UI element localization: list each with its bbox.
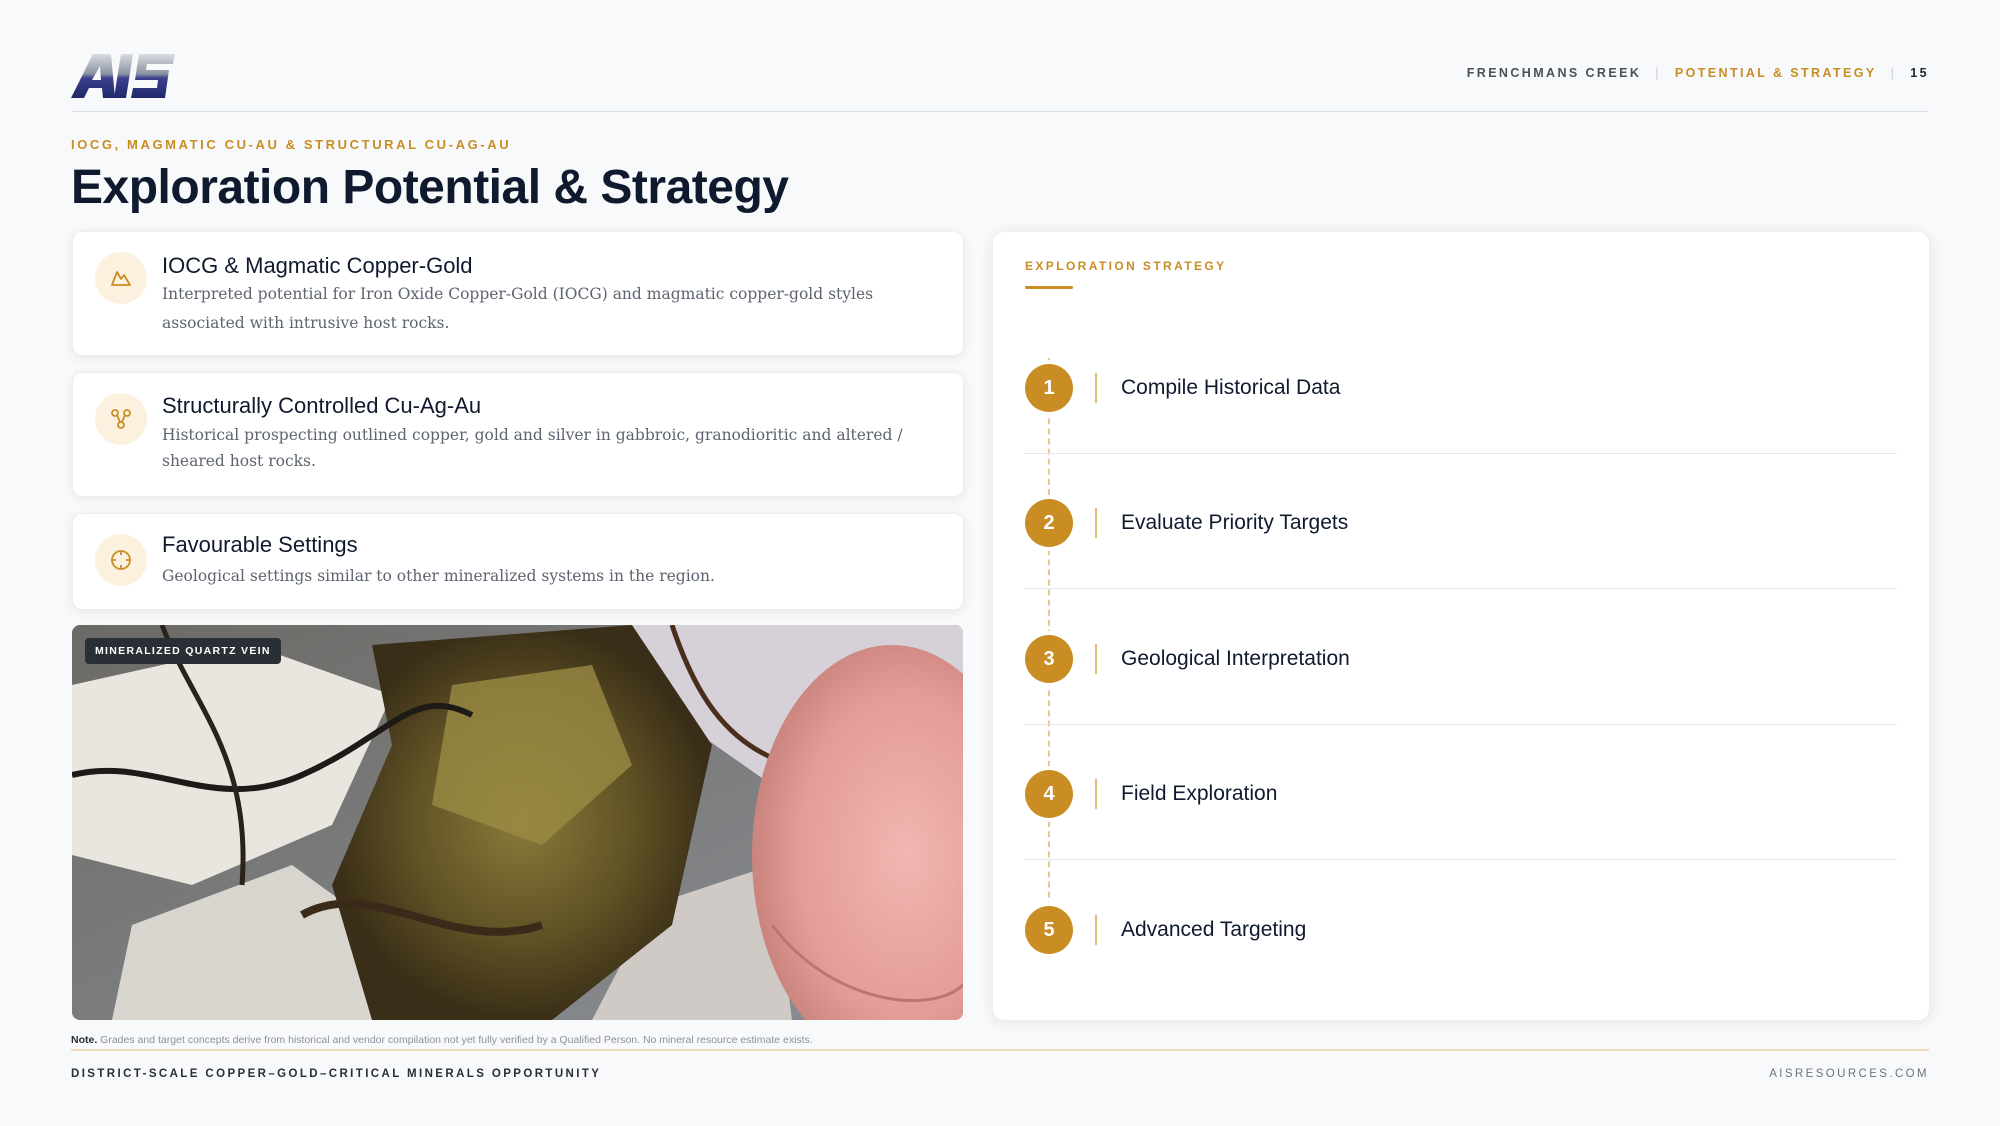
step-number: 2 (1025, 499, 1073, 547)
step-bar (1095, 508, 1097, 538)
ais-logo (71, 54, 175, 98)
note-prefix: Note. (71, 1034, 98, 1046)
step-label: Advanced Targeting (1121, 918, 1307, 941)
header-divider (71, 111, 1929, 112)
footer-divider (71, 1049, 1929, 1051)
step-number: 5 (1025, 906, 1073, 954)
mineral-photo: MINERALIZED QUARTZ VEIN (72, 625, 963, 1020)
network-icon (95, 393, 147, 445)
strategy-label: EXPLORATION STRATEGY (1025, 259, 1227, 273)
card-body: Geological settings similar to other min… (162, 567, 715, 585)
nav-separator: | (1655, 66, 1661, 80)
card-body: Historical prospecting outlined copper, … (162, 426, 903, 470)
step-number: 3 (1025, 635, 1073, 683)
step-bar (1095, 373, 1097, 403)
crosshair-icon (95, 534, 147, 586)
note-text: Grades and target concepts derive from h… (100, 1034, 813, 1046)
card-title: IOCG & Magmatic Copper-Gold (162, 253, 473, 278)
page-number: 15 (1910, 66, 1929, 80)
card-iocg: IOCG & Magmatic Copper-Gold Interpreted … (72, 231, 964, 356)
step-label: Compile Historical Data (1121, 376, 1341, 399)
nav-project[interactable]: FRENCHMANS CREEK (1467, 66, 1642, 80)
photo-badge: MINERALIZED QUARTZ VEIN (85, 638, 281, 664)
strategy-step: 2 Evaluate Priority Targets (1025, 467, 1897, 602)
step-divider (1025, 453, 1897, 454)
strategy-underline (1025, 286, 1073, 289)
strategy-panel: EXPLORATION STRATEGY 1 Compile Historica… (992, 231, 1930, 1021)
nav-section[interactable]: POTENTIAL & STRATEGY (1675, 66, 1877, 80)
disclaimer-note: Note. Grades and target concepts derive … (71, 1034, 813, 1046)
card-title: Structurally Controlled Cu-Ag-Au (162, 393, 482, 418)
footer-website-link[interactable]: AISRESOURCES.COM (1769, 1068, 1929, 1080)
step-bar (1095, 644, 1097, 674)
card-structural: Structurally Controlled Cu-Ag-Au Histori… (72, 372, 964, 497)
step-number: 1 (1025, 364, 1073, 412)
strategy-step: 5 Advanced Targeting (1025, 873, 1897, 1008)
header: FRENCHMANS CREEK | POTENTIAL & STRATEGY … (71, 48, 1929, 112)
step-bar (1095, 915, 1097, 945)
step-divider (1025, 724, 1897, 725)
step-divider (1025, 859, 1897, 860)
step-bar (1095, 779, 1097, 809)
card-title: Favourable Settings (162, 532, 358, 557)
step-number: 4 (1025, 770, 1073, 818)
step-divider (1025, 588, 1897, 589)
step-label: Field Exploration (1121, 782, 1278, 805)
strategy-step: 4 Field Exploration (1025, 738, 1897, 873)
card-settings: Favourable Settings Geological settings … (72, 513, 964, 610)
footer-tagline: DISTRICT-SCALE COPPER–GOLD–CRITICAL MINE… (71, 1068, 602, 1080)
quartz-vein-image (72, 625, 963, 1020)
step-label: Evaluate Priority Targets (1121, 511, 1349, 534)
card-body: Interpreted potential for Iron Oxide Cop… (162, 285, 874, 332)
step-label: Geological Interpretation (1121, 647, 1350, 670)
page-title: Exploration Potential & Strategy (71, 161, 789, 214)
nav-separator: | (1890, 66, 1897, 80)
strategy-step: 3 Geological Interpretation (1025, 602, 1897, 737)
strategy-step: 1 Compile Historical Data (1025, 332, 1897, 467)
eyebrow: IOCG, MAGMATIC CU-AU & STRUCTURAL CU-AG-… (71, 137, 512, 152)
mountain-icon (95, 252, 147, 304)
header-nav: FRENCHMANS CREEK | POTENTIAL & STRATEGY … (1467, 66, 1929, 80)
